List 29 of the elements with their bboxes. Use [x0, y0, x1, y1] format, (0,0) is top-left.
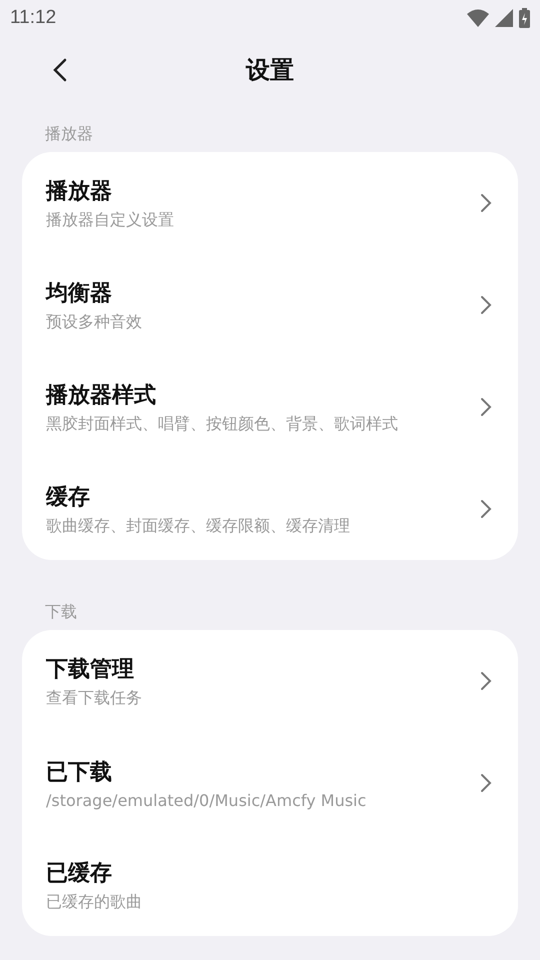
settings-item[interactable]: 下载管理 查看下载任务 [22, 630, 518, 732]
item-title: 缓存 [46, 484, 91, 512]
page-title: 设置 [246, 55, 294, 86]
item-title: 已下载 [46, 758, 113, 786]
item-subtitle: /storage/emulated/0/Music/Amcfy Music [46, 790, 368, 810]
item-title: 已缓存 [46, 860, 113, 888]
item-subtitle: 播放器自定义设置 [46, 210, 175, 230]
settings-item[interactable]: 均衡器 预设多种音效 [22, 254, 518, 356]
signal-icon [495, 9, 513, 27]
item-title: 播放器 [46, 178, 113, 206]
item-subtitle: 歌曲缓存、封面缓存、缓存限额、缓存清理 [46, 516, 351, 536]
item-title: 播放器样式 [46, 382, 157, 410]
section-label: 下载 [44, 601, 78, 623]
item-title: 均衡器 [46, 280, 113, 308]
item-subtitle: 黑胶封面样式、唱臂、按钮颜色、背景、歌词样式 [46, 414, 399, 434]
settings-item[interactable]: 已下载 /storage/emulated/0/Music/Amcfy Music [22, 732, 518, 834]
item-title: 下载管理 [46, 656, 135, 684]
settings-item[interactable]: 已缓存 已缓存的歌曲 [22, 834, 518, 936]
wifi-icon [467, 9, 489, 27]
status-time: 11:12 [10, 7, 56, 29]
section-label: 播放器 [44, 123, 94, 145]
battery-icon [519, 8, 530, 28]
settings-item[interactable]: 播放器样式 黑胶封面样式、唱臂、按钮颜色、背景、歌词样式 [22, 356, 518, 458]
settings-item[interactable]: 播放器 播放器自定义设置 [22, 152, 518, 254]
item-subtitle: 预设多种音效 [46, 312, 143, 332]
back-icon [53, 58, 67, 82]
item-subtitle: 查看下载任务 [46, 688, 143, 708]
settings-item[interactable]: 缓存 歌曲缓存、封面缓存、缓存限额、缓存清理 [22, 458, 518, 560]
item-subtitle: 已缓存的歌曲 [46, 892, 143, 912]
